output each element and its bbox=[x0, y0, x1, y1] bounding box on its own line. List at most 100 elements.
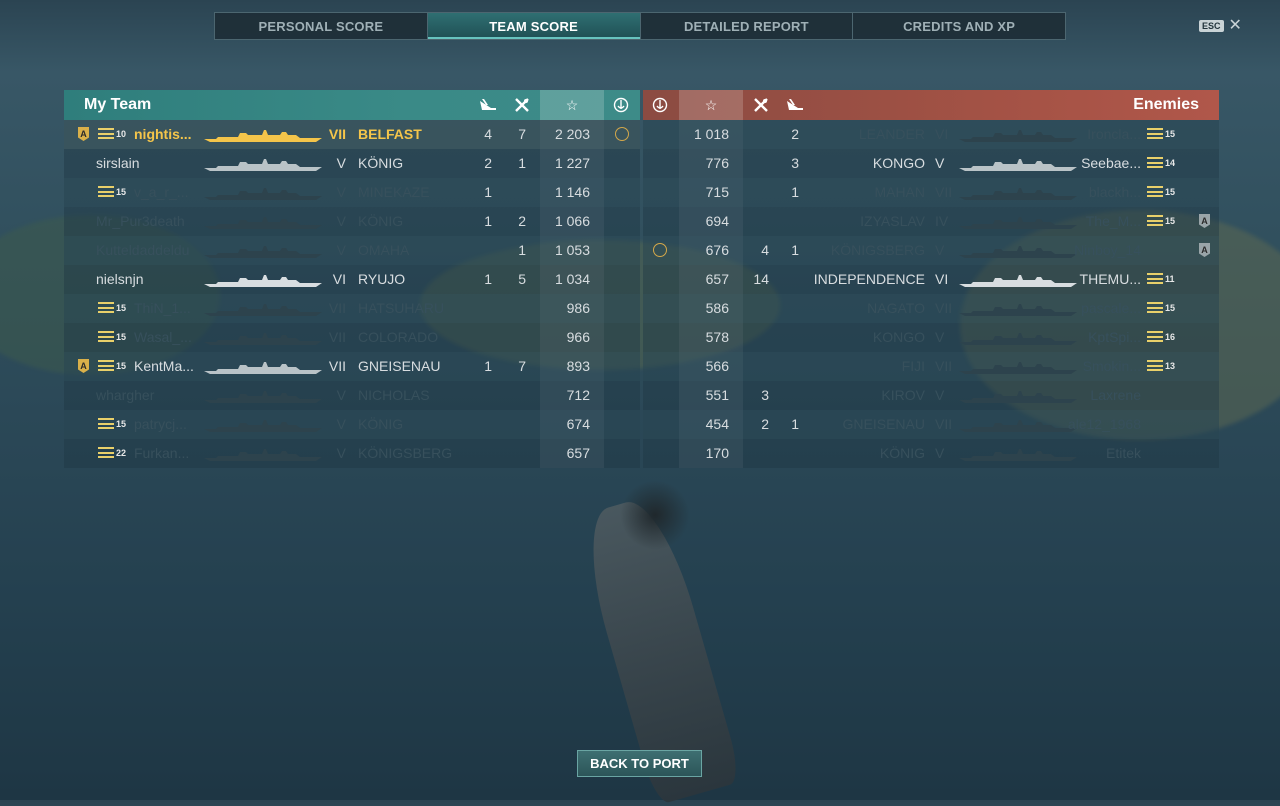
enemies-panel: ☆ Enemies 1 018 2 LEANDER VI Ironcla... 15 776… bbox=[643, 90, 1219, 468]
ship-tier: VII bbox=[935, 416, 953, 432]
ships-destroyed bbox=[749, 352, 769, 381]
rank-badge: 11 bbox=[1147, 273, 1175, 284]
table-row[interactable]: 586 NAGATO VII pascale... 15 bbox=[643, 294, 1219, 323]
ship-tier: V bbox=[336, 242, 346, 258]
table-row[interactable]: 15 Wasal_... VII COLORADO 966 bbox=[64, 323, 640, 352]
ships-destroyed bbox=[510, 294, 526, 323]
player-name[interactable]: whargher bbox=[96, 381, 200, 410]
table-row[interactable]: 22 Furkan... V KÖNIGSBERG 657 bbox=[64, 439, 640, 468]
player-name[interactable]: Etitek bbox=[1043, 439, 1141, 468]
rank-badge: 15 bbox=[98, 360, 126, 371]
score: 715 bbox=[705, 184, 729, 200]
ships-destroyed bbox=[749, 439, 769, 468]
close-icon[interactable]: ✕ bbox=[1229, 18, 1242, 34]
tab-credits-and-xp[interactable]: CREDITS AND XP bbox=[853, 13, 1065, 39]
rank-number: 15 bbox=[1165, 186, 1176, 197]
my-team-title: My Team bbox=[84, 96, 152, 113]
ship-tier: VII bbox=[935, 300, 953, 316]
tab-detailed-report[interactable]: DETAILED REPORT bbox=[641, 13, 854, 39]
table-row[interactable]: Kutteldaddeldu V OMAHA 1 1 053 bbox=[64, 236, 640, 265]
player-name[interactable]: patrycj... bbox=[134, 410, 200, 439]
table-row[interactable]: 694 IZYASLAV IV The_M... 15 A bbox=[643, 207, 1219, 236]
player-name[interactable]: pascale... bbox=[1043, 294, 1141, 323]
player-name[interactable]: ThiN_1... bbox=[134, 294, 200, 323]
ship-tier: V bbox=[935, 242, 945, 258]
player-name[interactable]: Seebae... bbox=[1043, 149, 1141, 178]
player-name[interactable]: Ninboy_14 bbox=[1043, 236, 1141, 265]
player-name[interactable]: Laxrene bbox=[1043, 381, 1141, 410]
rank-badge: 15 bbox=[98, 302, 126, 313]
ships-destroyed: 5 bbox=[518, 271, 526, 287]
ship-silhouette-icon bbox=[204, 448, 322, 461]
score: 1 018 bbox=[693, 126, 729, 142]
player-name[interactable]: Wasal_... bbox=[134, 323, 200, 352]
back-to-port-button[interactable]: BACK TO PORT bbox=[577, 750, 702, 777]
table-row[interactable]: 676 4 1 KÖNIGSBERG V Ninboy_14 A bbox=[643, 236, 1219, 265]
ship-tier: VI bbox=[935, 271, 949, 287]
rank-number: 16 bbox=[1165, 331, 1176, 342]
table-row[interactable]: 578 KONGO V KptSpi... 16 bbox=[643, 323, 1219, 352]
player-name[interactable]: Furkan... bbox=[134, 439, 200, 468]
player-name[interactable]: The_M... bbox=[1043, 207, 1141, 236]
ship-tier: V bbox=[336, 387, 346, 403]
player-name[interactable]: Kutteldaddeldu bbox=[96, 236, 200, 265]
table-row[interactable]: whargher V NICHOLAS 712 bbox=[64, 381, 640, 410]
rank-number: 15 bbox=[1165, 128, 1176, 139]
ship-name: GNEISENAU bbox=[842, 416, 925, 432]
table-row[interactable]: 15 ThiN_1... VII HATSUHARU 986 bbox=[64, 294, 640, 323]
player-name[interactable]: Smokin... bbox=[1043, 352, 1141, 381]
division-badge-icon: A bbox=[1199, 214, 1210, 228]
table-row[interactable]: 551 3 KIROV V Laxrene bbox=[643, 381, 1219, 410]
ship-name: KONGO bbox=[872, 155, 925, 171]
table-row[interactable]: A 15 KentMa... VII GNEISENAU 1 7 893 bbox=[64, 352, 640, 381]
score: 676 bbox=[705, 242, 729, 258]
score: 776 bbox=[705, 155, 729, 171]
ships-destroyed: 7 bbox=[518, 358, 526, 374]
ship-name: KÖNIGSBERG bbox=[830, 242, 925, 258]
player-name[interactable]: Ironcla... bbox=[1043, 120, 1141, 149]
player-name[interactable]: blackh... bbox=[1043, 178, 1141, 207]
player-name[interactable]: nightis... bbox=[134, 120, 200, 149]
player-name[interactable]: sirslain bbox=[96, 149, 200, 178]
table-row[interactable]: 454 2 1 GNEISENAU VII ale12_1968 bbox=[643, 410, 1219, 439]
ship-name: KONGO bbox=[872, 329, 925, 345]
player-name[interactable]: KentMa... bbox=[134, 352, 200, 381]
my-team-header: My Team ☆ bbox=[64, 90, 640, 120]
base-capture-icon bbox=[609, 90, 633, 120]
rank-badge: 15 bbox=[1147, 186, 1175, 197]
ship-tier: V bbox=[935, 387, 945, 403]
ship-silhouette-icon bbox=[204, 419, 322, 432]
player-name[interactable]: Mr_Pur3death bbox=[96, 207, 200, 236]
table-row[interactable]: sirslain V KÖNIG 2 1 1 227 bbox=[64, 149, 640, 178]
table-row[interactable]: nielsnjn VI RYUJO 1 5 1 034 bbox=[64, 265, 640, 294]
close-control[interactable]: ESC ✕ bbox=[1199, 18, 1242, 34]
player-name[interactable]: nielsnjn bbox=[96, 265, 200, 294]
player-name[interactable]: KptSpi... bbox=[1043, 323, 1141, 352]
report-tabs: PERSONAL SCORE TEAM SCORE DETAILED REPORT C… bbox=[214, 12, 1066, 40]
table-row[interactable]: 170 KÖNIG V Etitek bbox=[643, 439, 1219, 468]
rank-number: 22 bbox=[116, 447, 127, 458]
tab-personal-score[interactable]: PERSONAL SCORE bbox=[215, 13, 428, 39]
kill-icon bbox=[510, 90, 534, 120]
ship-silhouette-icon bbox=[204, 332, 322, 345]
rank-stripes-icon bbox=[98, 186, 114, 197]
player-name[interactable]: v_a_r_... bbox=[134, 178, 200, 207]
table-row[interactable]: 1 018 2 LEANDER VI Ironcla... 15 bbox=[643, 120, 1219, 149]
ships-destroyed: 14 bbox=[753, 271, 769, 287]
table-row[interactable]: A 10 nightis... VII BELFAST 4 7 2 203 bbox=[64, 120, 640, 149]
table-row[interactable]: 15 patrycj... V KÖNIG 674 bbox=[64, 410, 640, 439]
table-row[interactable]: Mr_Pur3death V KÖNIG 1 2 1 066 bbox=[64, 207, 640, 236]
table-row[interactable]: 657 14 INDEPENDENCE VI THEMU... 11 bbox=[643, 265, 1219, 294]
table-row[interactable]: 776 3 KONGO V Seebae... 14 bbox=[643, 149, 1219, 178]
player-name[interactable]: ale12_1968 bbox=[1043, 410, 1141, 439]
tab-team-score[interactable]: TEAM SCORE bbox=[427, 13, 641, 39]
planes-destroyed bbox=[476, 410, 492, 439]
player-name[interactable]: THEMU... bbox=[1043, 265, 1141, 294]
table-row[interactable]: 15 v_a_r_... V MINEKAZE 1 1 146 bbox=[64, 178, 640, 207]
score: 578 bbox=[705, 329, 729, 345]
table-row[interactable]: 715 1 MAHAN VII blackh... 15 bbox=[643, 178, 1219, 207]
rank-badge: 15 bbox=[1147, 302, 1175, 313]
ship-silhouette-icon bbox=[204, 216, 322, 229]
table-row[interactable]: 566 FIJI VII Smokin... 13 bbox=[643, 352, 1219, 381]
ship-tier: VII bbox=[935, 358, 953, 374]
